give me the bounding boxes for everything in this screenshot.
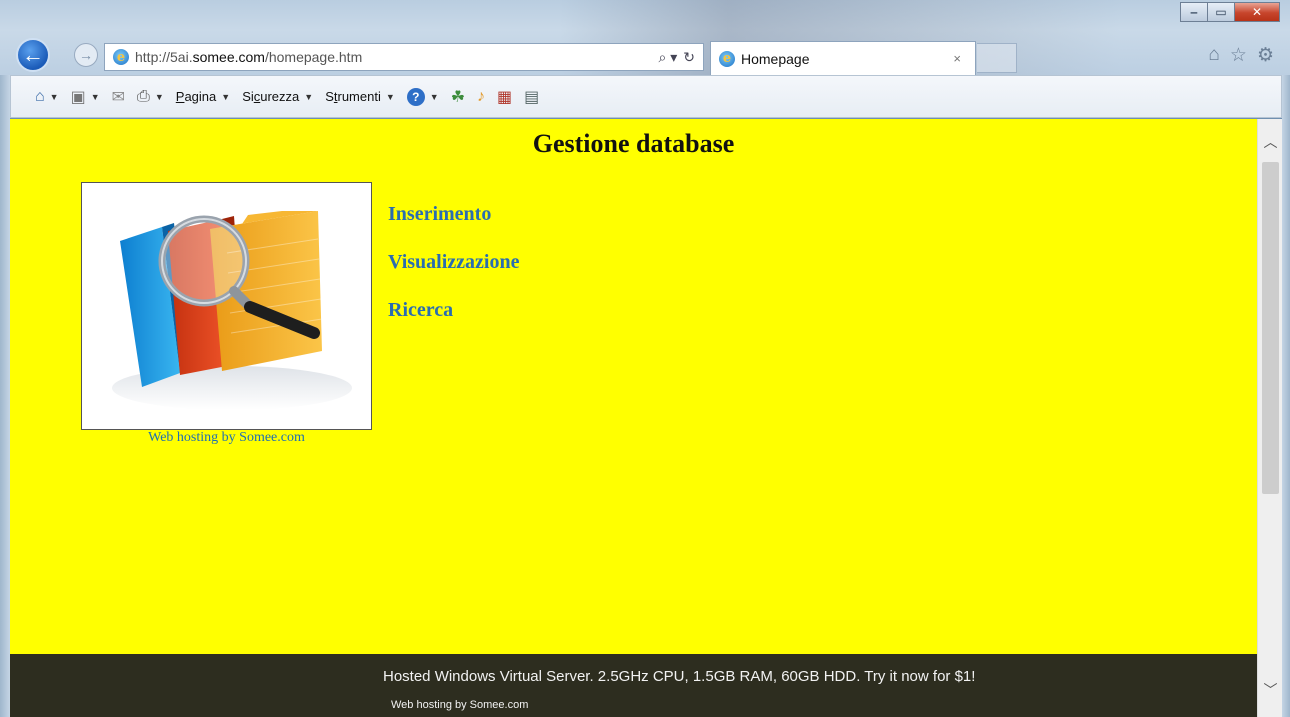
menu-strumenti[interactable]: Strumenti ▼ [325, 89, 395, 104]
film-command[interactable]: ▤ [524, 87, 539, 107]
search-dropdown-icon[interactable]: ⌕ ▾ [659, 49, 678, 66]
hosting-footer: Hosted Windows Virtual Server. 2.5GHz CP… [10, 654, 1257, 717]
print-icon: ⎙ [137, 87, 150, 105]
chevron-down-icon: ▼ [49, 91, 59, 102]
tab-close-icon[interactable]: × [953, 51, 961, 66]
menu-pagina[interactable]: Pagina ▼ [176, 89, 230, 104]
database-folders-image [81, 182, 372, 430]
scrollbar-thumb[interactable] [1262, 162, 1279, 494]
forward-arrow-icon: → [79, 47, 93, 63]
read-mail-icon: ✉ [111, 88, 126, 106]
tab-title: Homepage [741, 50, 810, 67]
chart-command[interactable]: ▦ [497, 87, 512, 107]
page-viewport: Gestione database Web hosting by Somee.c… [10, 119, 1257, 717]
address-tools: ⌕ ▾ ↻ [659, 49, 696, 66]
favorites-star-icon[interactable]: ☆ [1230, 44, 1247, 67]
menu-pagina-label: Pagina [175, 89, 217, 104]
vertical-scrollbar[interactable]: ︿ ﹀ [1257, 119, 1282, 717]
music-command[interactable]: ♪ [477, 88, 485, 106]
browser-right-icons: ⌂ ☆ ⚙ [1208, 44, 1274, 67]
browser-titlebar: ‒ ▭ ✕ ← → e http://5ai.somee.com/homepag… [0, 0, 1290, 75]
hero-caption-link[interactable]: Web hosting by Somee.com [81, 430, 372, 446]
feeds-command[interactable]: ▣ ▼ [71, 87, 100, 107]
footer-host-link[interactable]: Web hosting by Somee.com [391, 699, 528, 711]
page-title: Gestione database [532, 129, 735, 158]
home-command[interactable]: ⌂ ▼ [35, 88, 59, 106]
footer-promo-link[interactable]: Hosted Windows Virtual Server. 2.5GHz CP… [383, 668, 975, 685]
minimize-button[interactable]: ‒ [1180, 2, 1208, 22]
window-frame-right [1282, 75, 1290, 717]
settings-gear-icon[interactable]: ⚙ [1257, 44, 1274, 67]
access-key-underline: P [175, 89, 185, 104]
mail-command[interactable]: ✉ [112, 87, 125, 107]
forward-button[interactable]: → [74, 43, 98, 67]
music-icon: ♪ [477, 87, 486, 105]
main-nav: Inserimento Visualizzazione Ricerca [388, 202, 519, 322]
chevron-down-icon: ▼ [90, 91, 100, 102]
chevron-down-icon: ▼ [154, 91, 164, 102]
home-icon[interactable]: ⌂ [1208, 44, 1219, 67]
chart-icon: ▦ [497, 88, 513, 106]
feeds-icon: ▣ [70, 88, 86, 106]
chevron-down-icon: ▼ [385, 91, 395, 102]
back-arrow-icon: ← [22, 42, 44, 67]
chevron-down-icon: ▼ [304, 91, 314, 102]
ie-tab-icon: e [719, 50, 735, 67]
url-domain: somee.com [192, 49, 265, 65]
menu-strumenti-label: Strumenti [325, 89, 381, 104]
print-command[interactable]: ⎙ ▼ [137, 88, 164, 106]
access-key-underline: t [333, 89, 338, 104]
refresh-icon[interactable]: ↻ [683, 49, 695, 66]
window-frame-left [0, 75, 10, 717]
scroll-up-icon[interactable]: ︿ [1258, 127, 1283, 157]
menu-sicurezza[interactable]: Sicurezza ▼ [242, 89, 313, 104]
maximize-button[interactable]: ▭ [1207, 2, 1235, 22]
research-icon: ☘ [450, 88, 466, 106]
scroll-down-icon[interactable]: ﹀ [1258, 675, 1283, 705]
window-controls: ‒ ▭ ✕ [1180, 2, 1280, 22]
access-key-underline: c [253, 89, 261, 104]
nav-link-visualizzazione[interactable]: Visualizzazione [388, 250, 519, 274]
url-text: http://5ai.somee.com/homepage.htm [135, 49, 362, 65]
chevron-down-icon: ▼ [221, 91, 231, 102]
url-path: /homepage.htm [264, 49, 363, 65]
home-icon: ⌂ [35, 87, 45, 105]
chevron-down-icon: ▼ [429, 91, 439, 102]
folders-magnifier-illustration [82, 183, 371, 429]
nav-link-ricerca[interactable]: Ricerca [388, 298, 519, 322]
new-tab-button[interactable] [977, 43, 1017, 73]
help-icon: ? [406, 87, 425, 106]
command-bar: ⌂ ▼ ▣ ▼ ✉ ⎙ ▼ Pagina ▼ Sicurezza ▼ Strumenti ▼… [10, 75, 1282, 118]
url-prefix: http://5ai. [135, 49, 193, 65]
help-command[interactable]: ? ▼ [406, 87, 439, 106]
nav-link-inserimento[interactable]: Inserimento [388, 202, 519, 226]
film-icon: ▤ [524, 88, 540, 106]
close-button[interactable]: ✕ [1234, 2, 1280, 22]
ie-site-icon: e [113, 49, 129, 65]
address-bar[interactable]: e http://5ai.somee.com/homepage.htm ⌕ ▾ … [104, 43, 704, 71]
tab-homepage[interactable]: e Homepage × [710, 41, 976, 75]
research-command[interactable]: ☘ [451, 87, 465, 107]
back-button[interactable]: ← [16, 38, 50, 72]
menu-sicurezza-label: Sicurezza [242, 89, 300, 104]
